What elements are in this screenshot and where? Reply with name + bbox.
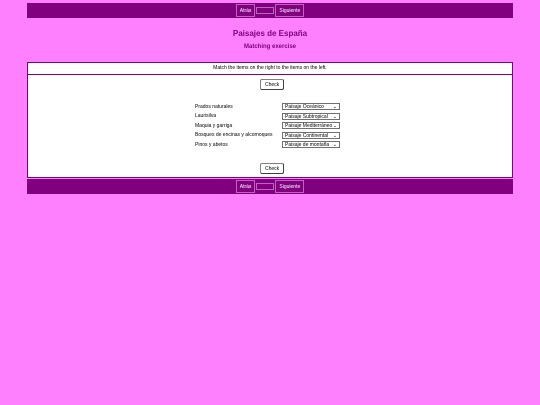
check-button-top[interactable]: Check: [260, 79, 285, 90]
bottom-navbar: Atrás Siguiente: [27, 179, 513, 194]
chevron-down-icon: ⌄: [332, 142, 337, 149]
match-row: Pinos y abetos Paisaje de montaña ⌄: [195, 140, 340, 150]
select-value: Paisaje Mediterráneo: [285, 123, 333, 130]
exercise-panel: Match the items on the right to the item…: [27, 62, 513, 178]
select-value: Paisaje de montaña: [285, 142, 330, 149]
match-row: Laurisilva Paisaje Subtropical ⌄: [195, 112, 340, 122]
nav-spacer: [256, 183, 275, 190]
match-row: Bosques de encinas y alcornoques Paisaje…: [195, 131, 340, 141]
back-button[interactable]: Atrás: [235, 180, 256, 193]
match-select[interactable]: Paisaje Subtropical ⌄: [282, 112, 340, 120]
check-button-bottom[interactable]: Check: [260, 163, 285, 174]
chevron-down-icon: ⌄: [332, 113, 337, 120]
item-label: Prados naturales: [195, 103, 233, 110]
nav-spacer: [256, 7, 275, 14]
next-button[interactable]: Siguiente: [275, 4, 305, 17]
match-row: Maquia y garriga Paisaje Mediterráneo ⌄: [195, 121, 340, 131]
item-label: Pinos y abetos: [195, 141, 228, 148]
top-navbar: Atrás Siguiente: [27, 3, 513, 18]
match-row: Prados naturales Paisaje Oceánico ⌄: [195, 102, 340, 112]
page-title: Paisajes de España: [232, 29, 308, 38]
item-label: Laurisilva: [195, 113, 217, 120]
instructions-text: Match the items on the right to the item…: [28, 63, 512, 75]
next-button[interactable]: Siguiente: [275, 180, 305, 193]
match-list: Prados naturales Paisaje Oceánico ⌄ Lauri…: [195, 102, 340, 150]
match-select[interactable]: Paisaje de montaña ⌄: [282, 141, 340, 149]
select-value: Paisaje Oceánico: [285, 104, 324, 111]
item-label: Maquia y garriga: [195, 122, 233, 129]
chevron-down-icon: ⌄: [332, 132, 337, 139]
back-button[interactable]: Atrás: [235, 4, 256, 17]
chevron-down-icon: ⌄: [332, 104, 337, 111]
page-subtitle: Matching exercise: [243, 44, 297, 50]
match-select[interactable]: Paisaje Continental ⌄: [282, 131, 340, 139]
chevron-down-icon: ⌄: [332, 123, 337, 130]
select-value: Paisaje Continental: [285, 132, 329, 139]
match-select[interactable]: Paisaje Mediterráneo ⌄: [282, 122, 340, 130]
select-value: Paisaje Subtropical: [285, 113, 328, 120]
item-label: Bosques de encinas y alcornoques: [195, 132, 273, 139]
match-select[interactable]: Paisaje Oceánico ⌄: [282, 103, 340, 111]
